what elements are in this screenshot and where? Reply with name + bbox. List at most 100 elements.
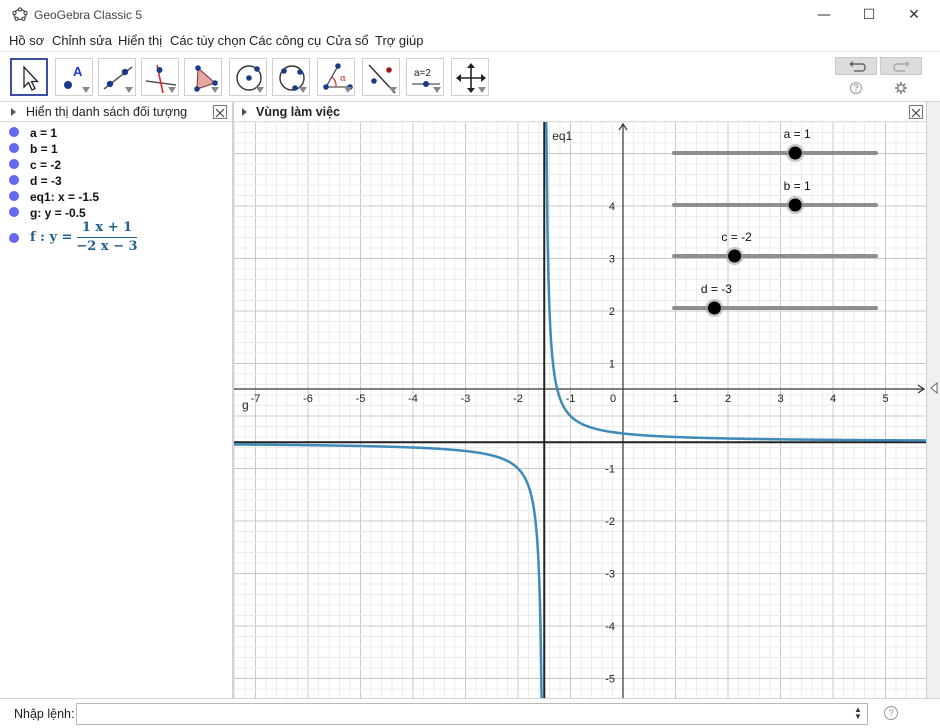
graphics-view-title: Vùng làm việc [256,105,341,119]
slider-knob[interactable] [707,301,721,315]
angle-tool-button[interactable]: α [317,58,355,96]
slider-label: c = -2 [721,230,752,244]
y-tick-label: -2 [605,516,615,528]
function-denominator: −2 x − 3 [76,239,138,254]
y-tick-label: 1 [609,359,615,371]
menu-view[interactable]: Hiển thị [118,33,162,48]
slider-label: b = 1 [784,179,811,193]
svg-text:a=2: a=2 [414,68,431,79]
sliders[interactable]: a = 1 b = 1 c = -2 d = -3 [672,127,878,317]
y-tick-label: -3 [605,569,615,581]
object-definition: g: y = -0.5 [30,206,86,220]
menu-tools[interactable]: Các công cụ [249,33,321,48]
input-help-icon[interactable]: ? [884,706,898,720]
graphics-canvas[interactable]: -7 -6 -5 -4 -3 -2 -1 0 1 2 3 4 54321-1-2-3-4-5 geq1 … [234,122,926,698]
slider-knob[interactable] [788,146,802,160]
undo-icon [849,61,866,72]
dropdown-triangle-icon [211,87,219,93]
minimize-button[interactable]: — [801,3,847,27]
slider-knob[interactable] [788,198,802,212]
function-numerator: 1 x + 1 [81,220,133,235]
dropdown-triangle-icon [478,87,486,93]
x-tick-label: -6 [303,393,313,405]
object-definition: b = 1 [30,142,58,156]
label-eq1: eq1 [552,129,572,143]
object-definition: a = 1 [30,126,58,140]
slider-label: a = 1 [784,127,811,141]
dropdown-triangle-icon [256,87,264,93]
menu-bar: Hồ sơ Chỉnh sửa Hiển thị Các tùy chọn Cá… [0,30,940,51]
visibility-toggle-icon[interactable] [9,175,19,185]
menu-file[interactable]: Hồ sơ [9,33,44,48]
circle-three-points-tool-button[interactable] [272,58,310,96]
x-tick-label: -3 [461,393,471,405]
visibility-toggle-icon[interactable] [9,143,19,153]
undo-button[interactable] [835,57,877,75]
y-tick-label: 3 [609,254,615,266]
point-tool-button[interactable]: A [55,58,93,96]
command-input[interactable] [76,703,868,725]
circle-tool-button[interactable] [229,58,267,96]
x-tick-label: 0 [610,393,616,405]
function-list-item[interactable]: f : y = 1 x + 1 −2 x − 3 [0,220,232,256]
dropdown-triangle-icon [299,87,307,93]
collapse-triangle-icon[interactable] [242,108,247,116]
gear-icon[interactable] [894,81,908,95]
input-bar: Nhập lệnh: ▲ ▼ ? [0,698,940,728]
y-tick-label: 4 [609,201,615,213]
geogebra-window: GeoGebra Classic 5 — ☐ ✕ Hồ sơ Chỉnh sửa… [0,0,940,728]
menu-window[interactable]: Cửa sổ [326,33,369,48]
menu-options[interactable]: Các tùy chọn [170,33,246,48]
svg-text:A: A [73,64,83,79]
menu-help[interactable]: Trợ giúp [375,33,424,48]
menu-edit[interactable]: Chỉnh sửa [52,33,112,48]
visibility-toggle-icon[interactable] [9,191,19,201]
close-icon [911,108,921,118]
cursor-arrow-icon [23,65,39,91]
graphics-view-header: Vùng làm việc [234,102,926,122]
close-algebra-view-button[interactable] [213,105,227,119]
close-graphics-view-button[interactable] [909,105,923,119]
toolbar: A α a=2 [0,51,940,102]
perpendicular-tool-button[interactable] [141,58,179,96]
reflect-tool-button[interactable] [362,58,400,96]
label-g: g [242,398,249,412]
algebra-view-title: Hiển thị danh sách đối tượng [26,105,188,119]
move-graphics-tool-button[interactable] [451,58,489,96]
collapse-triangle-icon[interactable] [11,108,16,116]
visibility-toggle-icon[interactable] [9,207,19,217]
fraction-bar [77,237,137,238]
redo-icon [893,61,910,72]
expand-arrow-icon[interactable] [929,382,939,394]
title-bar: GeoGebra Classic 5 — ☐ ✕ [0,0,940,30]
x-tick-label: -5 [356,393,366,405]
close-icon [215,108,225,118]
x-tick-label: -4 [408,393,418,405]
svg-text:α: α [340,74,346,84]
x-tick-label: -7 [251,393,261,405]
visibility-toggle-icon[interactable] [9,127,19,137]
x-tick-label: 4 [830,393,836,405]
input-history-arrows-icon[interactable]: ▲ ▼ [854,706,862,721]
visibility-toggle-icon[interactable] [9,159,19,169]
close-button[interactable]: ✕ [891,3,937,27]
x-tick-label: 2 [725,393,731,405]
dropdown-triangle-icon [125,87,133,93]
redo-button[interactable] [880,57,922,75]
help-icon[interactable] [849,81,863,95]
line-tool-button[interactable] [98,58,136,96]
slider-label: d = -3 [701,282,732,296]
visibility-toggle-icon[interactable] [9,233,19,243]
axes [234,122,926,698]
algebra-view-header: Hiển thị danh sách đối tượng [0,102,232,122]
polygon-tool-button[interactable] [184,58,222,96]
x-tick-label: 1 [672,393,678,405]
slider-knob[interactable] [728,249,742,263]
maximize-button[interactable]: ☐ [846,3,892,27]
slider-tool-button[interactable]: a=2 [406,58,444,96]
algebra-list: a = 1 b = 1 c = -2 d = -3 eq1: x = -1.5 … [0,122,232,698]
y-tick-label: 2 [609,306,615,318]
dropdown-triangle-icon [389,87,397,93]
dropdown-triangle-icon [344,87,352,93]
move-tool-button[interactable] [10,58,48,96]
